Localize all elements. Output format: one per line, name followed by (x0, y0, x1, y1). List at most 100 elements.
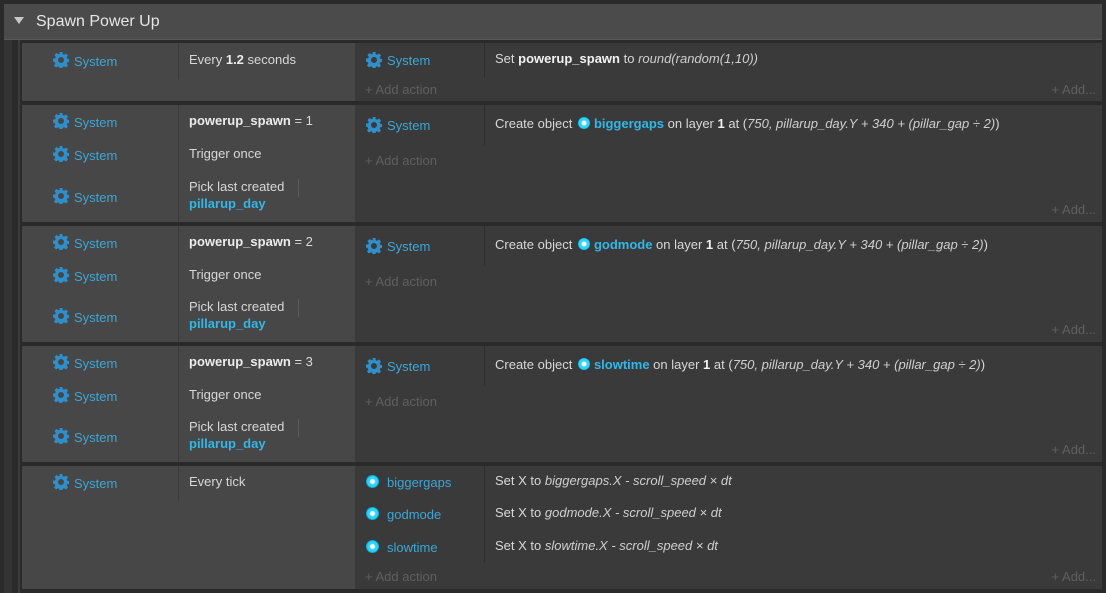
add-more-button[interactable]: + Add... (1052, 202, 1096, 217)
object-label[interactable]: System (74, 148, 117, 163)
action-row[interactable]: System Set powerup_spawn to round(random(… (355, 43, 1102, 77)
condition-row[interactable]: System Trigger once (22, 260, 355, 292)
action-row[interactable]: System Create object biggergaps on layer … (355, 105, 1102, 145)
event-block[interactable]: System Every tick biggergaps Set X to bigge… (22, 466, 1102, 589)
condition-object[interactable]: System (22, 260, 179, 292)
static-text: Trigger once (189, 387, 262, 402)
object-label[interactable]: System (387, 239, 430, 254)
condition-text[interactable]: Pick last created pillarup_day (189, 419, 284, 451)
event-block[interactable]: System powerup_spawn = 2 System Trigger onc… (22, 226, 1102, 342)
add-action-button[interactable]: + Add action (365, 82, 437, 97)
gear-icon (366, 117, 383, 134)
action-object[interactable]: System (355, 105, 485, 145)
event-block[interactable]: System Every 1.2 seconds System Set powerup… (22, 43, 1102, 101)
action-row[interactable]: biggergaps Set X to biggergaps.X - scroll… (355, 466, 1102, 498)
add-more-button[interactable]: + Add... (1052, 322, 1096, 337)
add-action-button[interactable]: + Add action (365, 569, 437, 584)
action-row[interactable]: godmode Set X to godmode.X - scroll_speed… (355, 498, 1102, 530)
condition-object[interactable]: System (22, 171, 179, 222)
condition-row[interactable]: System Pick last created pillarup_day (22, 171, 355, 222)
action-text[interactable]: Set X to godmode.X - scroll_speed × dt (495, 505, 722, 520)
condition-row[interactable]: System powerup_spawn = 2 (22, 226, 355, 260)
pick-object-link[interactable]: pillarup_day (189, 196, 284, 211)
object-name-link[interactable]: biggergaps (594, 116, 664, 131)
add-action-button[interactable]: + Add action (365, 274, 437, 289)
pick-object-link[interactable]: pillarup_day (189, 316, 284, 331)
object-label[interactable]: godmode (387, 507, 441, 522)
condition-row[interactable]: System Pick last created pillarup_day (22, 412, 355, 462)
collapse-arrow-icon[interactable] (14, 17, 24, 24)
action-object[interactable]: biggergaps (355, 466, 485, 498)
action-object[interactable]: System (355, 226, 485, 266)
condition-object[interactable]: System (22, 466, 179, 500)
object-name-link[interactable]: godmode (594, 237, 653, 252)
action-object[interactable]: System (355, 43, 485, 77)
condition-object[interactable]: System (22, 380, 179, 412)
add-action-button[interactable]: + Add action (365, 153, 437, 168)
object-label[interactable]: biggergaps (387, 475, 451, 490)
condition-text[interactable]: Trigger once (189, 387, 262, 402)
condition-text[interactable]: Every 1.2 seconds (189, 52, 296, 67)
pick-label: Pick last created (189, 419, 285, 434)
event-block[interactable]: System powerup_spawn = 1 System Trigger onc… (22, 105, 1102, 222)
action-row[interactable]: System Create object godmode on layer 1 a… (355, 226, 1102, 266)
object-label[interactable]: System (387, 53, 430, 68)
object-label[interactable]: System (74, 54, 117, 69)
action-object[interactable]: godmode (355, 498, 485, 530)
condition-text[interactable]: Pick last created pillarup_day (189, 299, 284, 331)
object-label[interactable]: System (387, 118, 430, 133)
condition-text[interactable]: Every tick (189, 474, 245, 489)
object-name-link[interactable]: slowtime (594, 357, 650, 372)
static-text: Every tick (189, 474, 246, 489)
condition-row[interactable]: System Pick last created pillarup_day (22, 292, 355, 342)
action-text[interactable]: Create object biggergaps on layer 1 at (… (495, 116, 1000, 131)
object-label[interactable]: slowtime (387, 540, 438, 555)
condition-text[interactable]: powerup_spawn = 1 (189, 113, 313, 128)
action-text[interactable]: Set X to slowtime.X - scroll_speed × dt (495, 538, 718, 553)
condition-text[interactable]: powerup_spawn = 2 (189, 234, 313, 249)
condition-text[interactable]: Trigger once (189, 146, 262, 161)
object-label[interactable]: System (74, 115, 117, 130)
add-action-button[interactable]: + Add action (365, 394, 437, 409)
condition-object[interactable]: System (22, 412, 179, 462)
condition-row[interactable]: System Every 1.2 seconds (22, 43, 355, 79)
condition-object[interactable]: System (22, 105, 179, 139)
object-label[interactable]: System (74, 356, 117, 371)
group-header[interactable]: Spawn Power Up (4, 4, 1102, 40)
condition-row[interactable]: System Trigger once (22, 139, 355, 171)
condition-object[interactable]: System (22, 226, 179, 260)
action-text[interactable]: Set powerup_spawn to round(random(1,10)) (495, 51, 758, 66)
action-object[interactable]: System (355, 346, 485, 386)
object-label[interactable]: System (74, 236, 117, 251)
action-row[interactable]: slowtime Set X to slowtime.X - scroll_spe… (355, 530, 1102, 563)
condition-row[interactable]: System powerup_spawn = 3 (22, 346, 355, 380)
action-text[interactable]: Create object slowtime on layer 1 at (75… (495, 357, 985, 372)
object-label[interactable]: System (74, 269, 117, 284)
add-more-button[interactable]: + Add... (1052, 82, 1096, 97)
add-more-button[interactable]: + Add... (1052, 569, 1096, 584)
event-block[interactable]: System powerup_spawn = 3 System Trigger onc… (22, 346, 1102, 462)
action-object[interactable]: slowtime (355, 530, 485, 563)
object-label[interactable]: System (74, 310, 117, 325)
condition-text[interactable]: powerup_spawn = 3 (189, 354, 313, 369)
object-label[interactable]: System (74, 389, 117, 404)
action-text[interactable]: Create object godmode on layer 1 at (750… (495, 237, 988, 252)
action-text[interactable]: Set X to biggergaps.X - scroll_speed × d… (495, 473, 732, 488)
pick-object-link[interactable]: pillarup_day (189, 436, 284, 451)
object-label[interactable]: System (74, 476, 117, 491)
condition-object[interactable]: System (22, 43, 179, 79)
action-row[interactable]: System Create object slowtime on layer 1 … (355, 346, 1102, 386)
object-label[interactable]: System (387, 359, 430, 374)
condition-text[interactable]: Pick last created pillarup_day (189, 179, 284, 211)
condition-object[interactable]: System (22, 346, 179, 380)
condition-object[interactable]: System (22, 292, 179, 342)
object-label[interactable]: System (74, 430, 117, 445)
add-more-button[interactable]: + Add... (1052, 442, 1096, 457)
condition-row[interactable]: System Trigger once (22, 380, 355, 412)
condition-row[interactable]: System Every tick (22, 466, 355, 500)
condition-object[interactable]: System (22, 139, 179, 171)
condition-text[interactable]: Trigger once (189, 267, 262, 282)
object-label[interactable]: System (74, 190, 117, 205)
actions-column: System Create object biggergaps on layer … (355, 105, 1102, 222)
condition-row[interactable]: System powerup_spawn = 1 (22, 105, 355, 139)
